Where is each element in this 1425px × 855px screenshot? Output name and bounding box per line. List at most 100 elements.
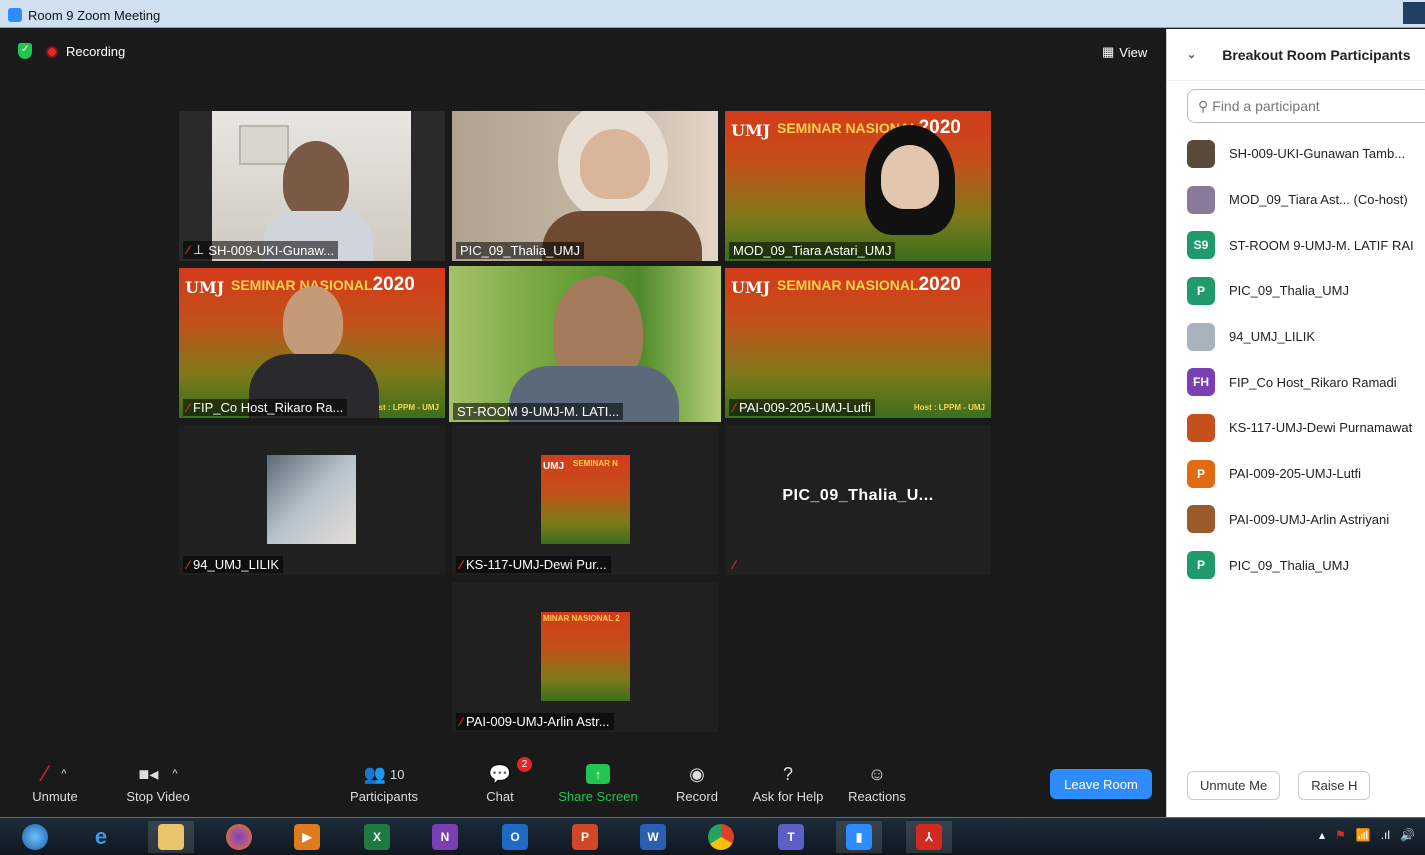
taskbar-firefox[interactable]: [216, 821, 262, 853]
taskbar-outlook[interactable]: O: [492, 821, 538, 853]
participant-avatar: [1187, 413, 1215, 442]
breakout-participants-panel: ⌄ Breakout Room Participants ⚲ Find a pa…: [1166, 29, 1425, 817]
powerpoint-icon: P: [572, 824, 598, 850]
video-tile-active-speaker[interactable]: ST-ROOM 9-UMJ-M. LATI...: [449, 266, 721, 422]
collapse-chevron-icon[interactable]: ⌄: [1187, 48, 1196, 61]
raise-hand-button[interactable]: Raise H: [1298, 771, 1371, 800]
taskbar-explorer[interactable]: [148, 821, 194, 853]
participants-icon: 👥: [363, 763, 386, 784]
video-tile[interactable]: PIC_09_Thalia_UMJ: [452, 111, 718, 261]
chat-badge: 2: [517, 757, 532, 772]
signal-bars-icon[interactable]: .ıl: [1381, 828, 1390, 842]
participant-photo: UMJ SEMINAR N: [541, 455, 630, 544]
acrobat-icon: ⅄: [916, 824, 942, 850]
video-tile[interactable]: ⁄ ⊥ SH-009-UKI-Gunaw...: [179, 111, 445, 261]
find-participant-search[interactable]: ⚲ Find a participant: [1187, 89, 1425, 123]
taskbar-acrobat[interactable]: ⅄: [906, 821, 952, 853]
video-tile[interactable]: ⁄ 94_UMJ_LILIK: [179, 425, 445, 575]
taskbar-media[interactable]: ▶: [284, 821, 330, 853]
tile-label: ⁄ PAI-009-UMJ-Arlin Astr...: [456, 713, 614, 730]
tile-label: ⁄ KS-117-UMJ-Dewi Pur...: [456, 556, 611, 573]
taskbar-excel[interactable]: X: [354, 821, 400, 853]
banner-host-text: Host : LPPM - UMJ: [913, 403, 985, 412]
tile-label: MOD_09_Tiara Astari_UMJ: [729, 242, 896, 259]
reactions-button[interactable]: ☺ Reactions: [844, 759, 910, 805]
participant-avatar: P: [1187, 459, 1215, 488]
windows-taskbar: e ▶ X N O P W T ▮ ⅄ ▴ ⚑ 📶 .ıl 🔊: [0, 817, 1425, 855]
participant-row[interactable]: P PAI-009-205-UMJ-Lutfi: [1187, 451, 1425, 497]
video-tile[interactable]: UMJ SEMINAR NASIONAL2020 st : LPPM - UMJ…: [179, 268, 445, 418]
recording-label: Recording: [66, 43, 126, 59]
umj-logo-text: UMJ: [731, 121, 771, 140]
video-tile[interactable]: UMJ SEMINAR NASIONAL2020 Host : LPPM - U…: [725, 268, 991, 418]
unmute-label: Unmute: [32, 789, 78, 804]
video-tile[interactable]: UMJ SEMINAR NASIONAL2020 MOD_09_Tiara As…: [725, 111, 991, 261]
video-tile[interactable]: MINAR NASIONAL 2 ⁄ PAI-009-UMJ-Arlin Astr…: [452, 582, 718, 732]
participant-avatar: P: [1187, 551, 1215, 580]
window-tab[interactable]: Room 9 Zoom Meeting: [4, 4, 168, 26]
participant-avatar: [1187, 185, 1215, 214]
share-screen-button[interactable]: ↑ Share Screen: [556, 759, 640, 804]
grid-icon: ▦: [1102, 44, 1115, 59]
taskbar-powerpoint[interactable]: P: [562, 821, 608, 853]
view-button[interactable]: ▦ View: [1094, 41, 1158, 63]
unmute-button[interactable]: ⁄ ^ Unmute: [22, 759, 88, 804]
window-restore-button[interactable]: [1403, 2, 1425, 24]
stop-video-button[interactable]: ■◂ ^ Stop Video: [120, 759, 196, 805]
pin-icon: ⊥: [193, 242, 205, 257]
window-titlebar: Room 9 Zoom Meeting: [0, 0, 1425, 28]
participant-row[interactable]: S9 ST-ROOM 9-UMJ-M. LATIF RAI: [1187, 222, 1425, 268]
taskbar-ie[interactable]: e: [78, 821, 124, 853]
muted-mic-icon: ⁄: [187, 400, 190, 415]
participant-row[interactable]: MOD_09_Tiara Ast... (Co-host): [1187, 177, 1425, 223]
video-tile[interactable]: UMJ SEMINAR N ⁄ KS-117-UMJ-Dewi Pur...: [452, 425, 718, 575]
taskbar-word[interactable]: W: [630, 821, 676, 853]
network-icon[interactable]: 📶: [1356, 828, 1371, 842]
banner-title: SEMINAR NASIONAL2020: [777, 274, 961, 295]
participant-photo: [267, 455, 356, 544]
record-button[interactable]: ◉ Record: [670, 759, 724, 805]
participant-row[interactable]: SH-009-UKI-Gunawan Tamb...: [1187, 131, 1425, 177]
participant-avatar: P: [1187, 276, 1215, 305]
taskbar-onenote[interactable]: N: [422, 821, 468, 853]
muted-mic-icon: ⁄: [187, 557, 190, 572]
chevron-up-icon[interactable]: ^: [172, 768, 177, 780]
record-dot-icon: [46, 46, 58, 59]
participant-avatar: [1187, 139, 1215, 168]
tile-center-name: PIC_09_Thalia_U...: [782, 487, 934, 504]
tile-label: ⁄ ⊥ SH-009-UKI-Gunaw...: [183, 241, 339, 259]
chat-button[interactable]: 💬 2 Chat: [474, 757, 532, 804]
participant-row[interactable]: PAI-009-UMJ-Arlin Astriyani: [1187, 497, 1425, 543]
windows-start-orb-icon: [22, 824, 48, 850]
taskbar-chrome[interactable]: [698, 821, 744, 853]
recording-indicator[interactable]: Recording: [46, 44, 125, 59]
participant-row[interactable]: P PIC_09_Thalia_UMJ: [1187, 542, 1425, 588]
participant-row[interactable]: P PIC_09_Thalia_UMJ: [1187, 268, 1425, 314]
participant-row[interactable]: KS-117-UMJ-Dewi Purnamawat: [1187, 405, 1425, 451]
participant-row[interactable]: 94_UMJ_LILIK: [1187, 314, 1425, 360]
chevron-up-icon[interactable]: ^: [61, 768, 66, 780]
start-button[interactable]: [12, 821, 58, 853]
internet-explorer-icon: e: [94, 824, 108, 849]
muted-mic-icon: ⁄: [733, 400, 736, 415]
share-arrow-icon: ↑: [586, 764, 610, 784]
teams-icon: T: [778, 824, 804, 850]
volume-icon[interactable]: 🔊: [1400, 828, 1415, 842]
ask-for-help-label: Ask for Help: [752, 789, 824, 804]
tray-expand-icon[interactable]: ▴: [1319, 828, 1325, 842]
action-center-flag-icon[interactable]: ⚑: [1335, 828, 1346, 842]
video-camera-icon: ■◂: [138, 763, 159, 784]
firefox-icon: [226, 824, 252, 850]
participant-row[interactable]: FH FIP_Co Host_Rikaro Ramadi: [1187, 359, 1425, 405]
taskbar-zoom[interactable]: ▮: [836, 821, 882, 853]
participants-button[interactable]: 👥 10 Participants: [346, 759, 422, 805]
taskbar-teams[interactable]: T: [768, 821, 814, 853]
outlook-icon: O: [502, 824, 528, 850]
encryption-shield-icon[interactable]: [18, 43, 32, 59]
leave-room-button[interactable]: Leave Room: [1050, 769, 1152, 799]
unmute-me-button[interactable]: Unmute Me: [1187, 771, 1281, 800]
video-tile[interactable]: PIC_09_Thalia_U... ⁄: [725, 425, 991, 575]
muted-mic-icon: ⁄: [733, 558, 736, 572]
chat-bubble-icon: 💬: [488, 763, 512, 784]
ask-for-help-button[interactable]: ? Ask for Help: [748, 759, 828, 805]
